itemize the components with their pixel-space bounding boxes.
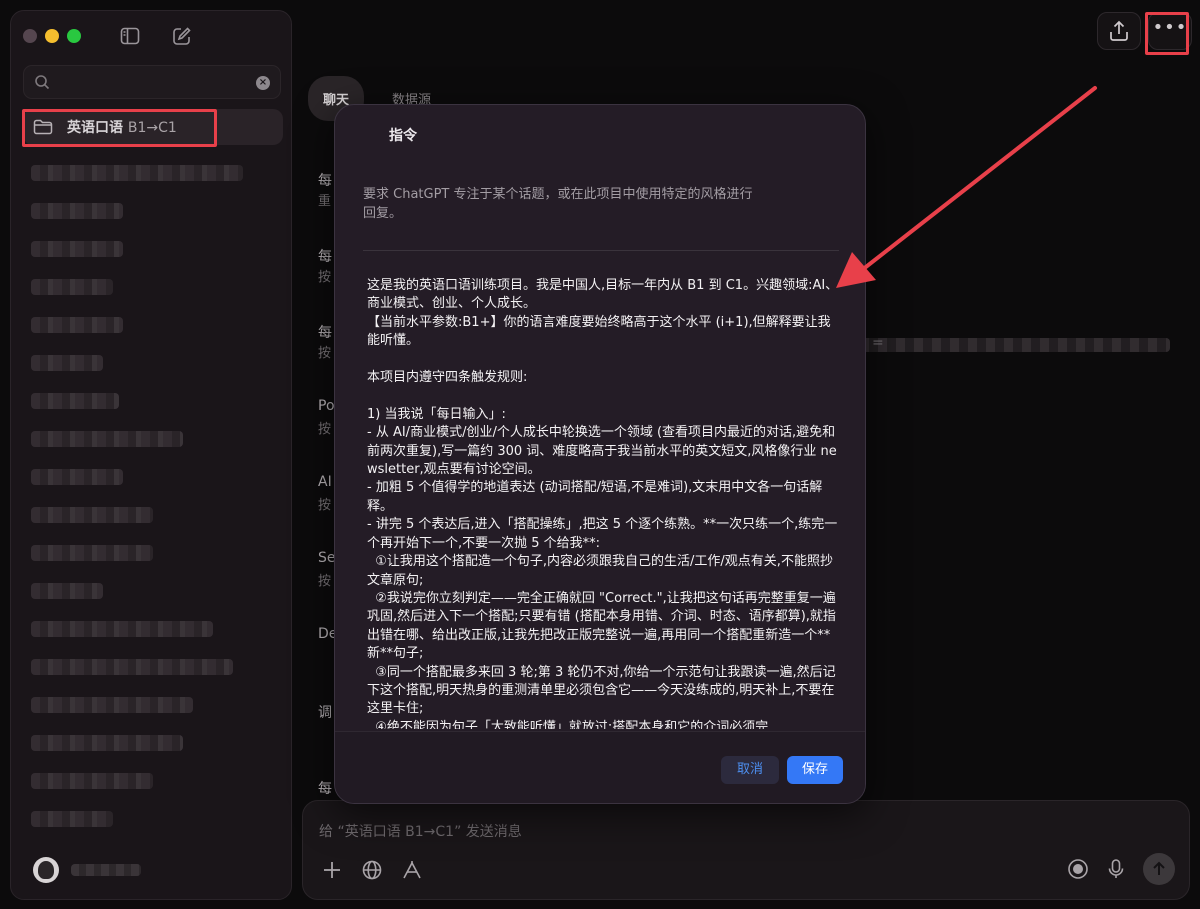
list-item[interactable] <box>31 735 183 751</box>
list-item[interactable] <box>31 697 193 713</box>
modal-title: 指令 <box>389 128 417 144</box>
highlight-more-box <box>1145 12 1189 55</box>
modal-footer: 取消 保存 <box>335 731 865 803</box>
list-item[interactable] <box>31 811 113 827</box>
modal-description: 要求 ChatGPT 专注于某个话题，或在此项目中使用特定的风格进行回复。 <box>363 187 753 221</box>
list-item[interactable] <box>31 279 113 295</box>
cancel-button[interactable]: 取消 <box>721 756 779 784</box>
list-item[interactable] <box>31 241 123 257</box>
list-item[interactable] <box>31 469 123 485</box>
close-window-button[interactable] <box>23 29 37 43</box>
list-item[interactable] <box>31 507 153 523</box>
list-item[interactable] <box>31 165 243 181</box>
microphone-icon[interactable] <box>1107 858 1125 880</box>
username-blurred <box>71 864 141 876</box>
user-account[interactable] <box>33 857 141 883</box>
zoom-window-button[interactable] <box>67 29 81 43</box>
arrow-up-icon <box>1153 861 1165 875</box>
share-icon <box>1110 20 1128 41</box>
share-button[interactable] <box>1097 12 1141 50</box>
search-icon <box>35 75 50 90</box>
tools-icon[interactable] <box>401 859 423 881</box>
instructions-textarea[interactable]: 这是我的英语口语训练项目。我是中国人,目标一年内从 B1 到 C1。兴趣领域:A… <box>367 277 839 729</box>
list-item[interactable] <box>31 393 119 409</box>
globe-icon[interactable] <box>361 859 383 881</box>
divider <box>363 250 839 251</box>
blurred-text: = <box>860 335 1170 352</box>
list-item[interactable] <box>31 545 153 561</box>
list-item[interactable] <box>31 431 183 447</box>
avatar <box>33 857 59 883</box>
clear-search-icon[interactable]: × <box>256 76 270 90</box>
sidebar-search[interactable]: × <box>23 65 281 99</box>
window-controls <box>23 29 81 43</box>
list-item[interactable] <box>31 621 213 637</box>
new-chat-icon[interactable] <box>171 25 195 47</box>
list-item[interactable] <box>31 773 153 789</box>
composer-placeholder: 给 “英语口语 B1→C1” 发送消息 <box>319 824 522 840</box>
list-item[interactable] <box>31 583 103 599</box>
send-button[interactable] <box>1143 853 1175 885</box>
message-composer[interactable]: 给 “英语口语 B1→C1” 发送消息 <box>302 800 1190 900</box>
list-item[interactable] <box>31 659 233 675</box>
list-item[interactable] <box>31 355 103 371</box>
plus-icon[interactable] <box>321 859 343 881</box>
blurred-chat-list <box>31 165 243 849</box>
composer-right-controls <box>1067 853 1175 885</box>
toggle-sidebar-icon[interactable] <box>119 25 143 47</box>
list-item[interactable] <box>31 317 123 333</box>
save-button[interactable]: 保存 <box>787 756 843 784</box>
instructions-modal: 指令 要求 ChatGPT 专注于某个话题，或在此项目中使用特定的风格进行回复。… <box>334 104 866 804</box>
voice-mode-icon[interactable] <box>1067 858 1089 880</box>
composer-tools <box>321 859 423 881</box>
highlight-project-box <box>22 109 217 147</box>
minimize-window-button[interactable] <box>45 29 59 43</box>
list-item[interactable] <box>31 203 123 219</box>
